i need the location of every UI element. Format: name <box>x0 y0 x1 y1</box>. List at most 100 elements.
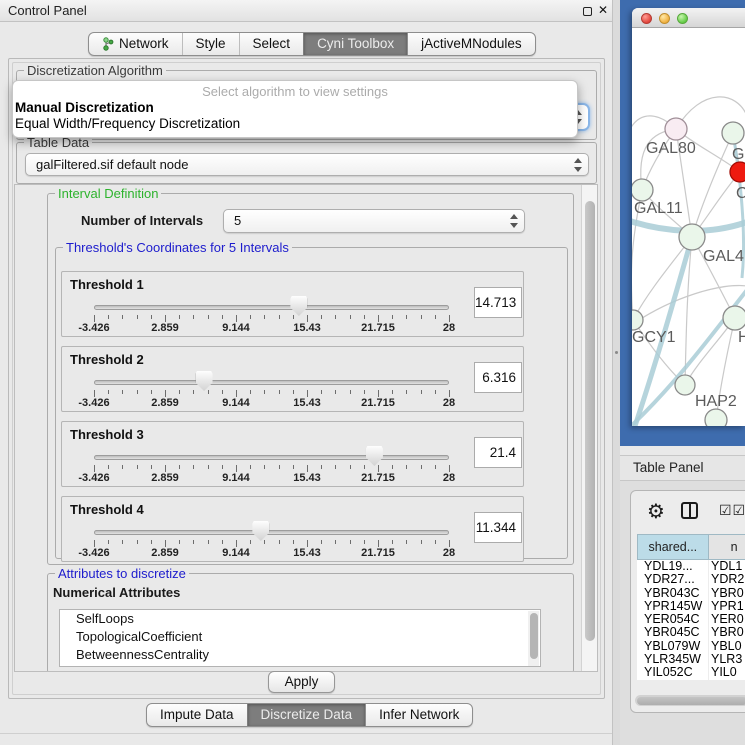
table-cell[interactable]: YIL0 <box>709 666 745 679</box>
table-row[interactable]: YER054CYER0 <box>637 613 745 626</box>
table-cell[interactable]: YBR045C <box>637 626 709 639</box>
tick-mark <box>165 390 166 397</box>
zoom-traffic-light-icon[interactable] <box>677 13 688 24</box>
node-attribute-table[interactable]: shared... n YDL19...YDL1YDR27...YDR2YBR0… <box>637 534 745 680</box>
table-row[interactable]: YDR27...YDR2 <box>637 573 745 586</box>
numerical-attributes-list[interactable]: SelfLoopsTopologicalCoefficientBetweenne… <box>59 609 541 667</box>
table-cell[interactable]: YDL19... <box>637 560 709 573</box>
table-cell[interactable]: YIL052C <box>637 666 709 679</box>
network-node-label: G <box>732 146 744 163</box>
attribute-list-item[interactable]: BetweennessCentrality <box>60 646 540 664</box>
network-node[interactable] <box>722 122 744 144</box>
table-cell[interactable]: YDR2 <box>709 573 745 586</box>
table-row[interactable]: YPR145WYPR1 <box>637 600 745 613</box>
network-node[interactable] <box>723 306 745 330</box>
table-row[interactable]: YDL19...YDL1 <box>637 560 745 573</box>
table-cell[interactable]: YBR043C <box>637 587 709 600</box>
tick-mark <box>293 465 294 469</box>
tab-impute-data[interactable]: Impute Data <box>147 704 247 726</box>
tick-label: 21.715 <box>361 397 395 409</box>
columns-icon[interactable] <box>681 502 698 519</box>
table-data-combobox[interactable]: galFiltered.sif default node <box>25 153 589 176</box>
gear-icon[interactable]: ⚙ <box>647 499 665 524</box>
tab-infer-network[interactable]: Infer Network <box>365 704 472 726</box>
table-row[interactable]: YIL052CYIL0 <box>637 666 745 679</box>
table-row[interactable]: YBR043CYBR0 <box>637 587 745 600</box>
table-cell[interactable]: YDL1 <box>709 560 745 573</box>
table-cell[interactable]: YPR1 <box>709 600 745 613</box>
table-cell[interactable]: YPR145W <box>637 600 709 613</box>
tab-network[interactable]: Network <box>89 33 182 55</box>
attributes-list-scrollbar[interactable] <box>528 611 539 667</box>
network-node[interactable] <box>679 224 705 250</box>
network-edge[interactable] <box>633 237 692 320</box>
group-title: Discretization Algorithm <box>24 63 166 78</box>
tick-label: 15.43 <box>293 472 321 484</box>
network-node[interactable] <box>632 310 643 330</box>
threshold-value-field[interactable]: 11.344 <box>474 512 522 543</box>
table-cell[interactable]: YBR0 <box>709 626 745 639</box>
table-cell[interactable]: YDR27... <box>637 573 709 586</box>
tick-mark <box>151 315 152 319</box>
table-cell[interactable]: YLR3 <box>709 653 745 666</box>
scrollbar-thumb[interactable] <box>637 697 745 705</box>
tick-mark <box>151 390 152 394</box>
table-cell[interactable]: YER054C <box>637 613 709 626</box>
attribute-list-item[interactable]: SelfLoops <box>60 610 540 628</box>
scrollbar-thumb[interactable] <box>530 613 538 659</box>
tab-cyni-toolbox[interactable]: Cyni Toolbox <box>303 33 407 55</box>
threshold-row: Threshold 3 -3.4262.8599.14415.4321.7152… <box>61 421 524 487</box>
close-traffic-light-icon[interactable] <box>641 13 652 24</box>
tab-style[interactable]: Style <box>182 33 239 55</box>
network-node[interactable] <box>675 375 695 395</box>
network-node[interactable] <box>730 162 745 182</box>
popup-option-equal-width-frequency[interactable]: Equal Width/Frequency Discretization <box>13 116 577 132</box>
table-horizontal-scrollbar[interactable] <box>635 695 745 706</box>
tick-label: 9.144 <box>222 397 250 409</box>
checkbox-icons[interactable]: ☑☑ <box>719 502 745 519</box>
number-of-intervals-combobox[interactable]: 5 <box>223 209 525 233</box>
table-row[interactable]: YLR345WYLR3 <box>637 653 745 666</box>
column-header-name[interactable]: n <box>709 535 745 559</box>
table-row[interactable]: YBR045CYBR0 <box>637 626 745 639</box>
scrollbar-thumb[interactable] <box>585 201 595 641</box>
panel-splitter[interactable] <box>612 0 620 745</box>
tick-mark <box>378 390 379 397</box>
threshold-value-field[interactable]: 14.713 <box>474 287 522 318</box>
apply-button[interactable]: Apply <box>268 671 335 693</box>
network-view-window[interactable]: GAL80GCGAL11GAL4GCY1HHAP2 <box>632 8 745 426</box>
splitter-grip <box>615 351 618 354</box>
network-node[interactable] <box>665 118 687 140</box>
network-node[interactable] <box>632 179 653 201</box>
attribute-list-item[interactable]: TopologicalCoefficient <box>60 628 540 646</box>
tick-mark <box>378 315 379 322</box>
settings-scrollpane: Interval Definition Number of Intervals … <box>14 184 598 672</box>
table-cell[interactable]: YBL079W <box>637 640 709 653</box>
tab-discretize-data[interactable]: Discretize Data <box>247 704 366 726</box>
tab-select[interactable]: Select <box>239 33 304 55</box>
tab-jactivemnodules[interactable]: jActiveMNodules <box>407 33 535 55</box>
close-icon[interactable]: ✕ <box>598 3 608 17</box>
float-window-icon[interactable] <box>583 7 592 16</box>
table-cell[interactable]: YBL0 <box>709 640 745 653</box>
table-cell[interactable]: YBR0 <box>709 587 745 600</box>
tab-label: jActiveMNodules <box>421 36 522 51</box>
settings-vertical-scrollbar[interactable] <box>581 185 597 671</box>
tick-mark <box>264 390 265 394</box>
tick-label: -3.426 <box>78 322 109 334</box>
threshold-value-field[interactable]: 21.4 <box>474 437 522 468</box>
table-row[interactable]: YBL079WYBL0 <box>637 640 745 653</box>
tick-mark <box>108 390 109 394</box>
tick-mark <box>137 540 138 544</box>
table-cell[interactable]: YER0 <box>709 613 745 626</box>
column-header-shared-name[interactable]: shared... <box>638 535 709 559</box>
popup-option-manual-discretization[interactable]: Manual Discretization <box>13 100 577 116</box>
network-graph-canvas[interactable]: GAL80GCGAL11GAL4GCY1HHAP2 <box>632 28 745 426</box>
network-window-titlebar[interactable] <box>632 8 745 28</box>
table-cell[interactable]: YLR345W <box>637 653 709 666</box>
group-title: Interval Definition <box>55 186 161 201</box>
network-node[interactable] <box>705 409 727 426</box>
minimize-traffic-light-icon[interactable] <box>659 13 670 24</box>
network-edge[interactable] <box>692 133 733 237</box>
threshold-value-field[interactable]: 6.316 <box>474 362 522 393</box>
